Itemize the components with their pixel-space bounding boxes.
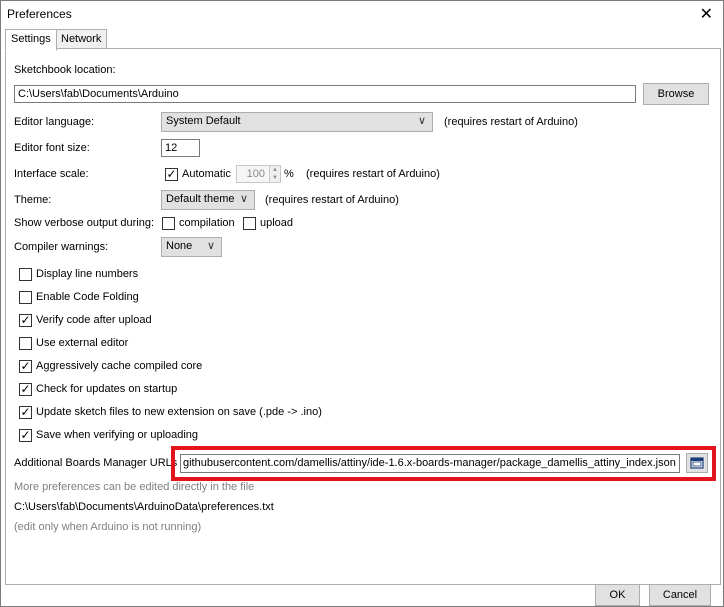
compiler-warnings-select[interactable]: None ∨ [161, 237, 222, 257]
scale-percent-input[interactable]: 100 [236, 165, 270, 183]
theme-note: (requires restart of Arduino) [265, 194, 399, 206]
automatic-scale-label: Automatic [182, 168, 231, 180]
sketchbook-path-input[interactable]: C:\Users\fab\Documents\Arduino [14, 85, 636, 103]
font-size-label: Editor font size: [14, 142, 90, 154]
scale-spinner[interactable]: ▲ ▼ [269, 165, 281, 183]
browse-button[interactable]: Browse [643, 83, 709, 105]
theme-value: Default theme [166, 193, 235, 205]
verify-after-upload-checkbox[interactable]: ✓ [19, 314, 32, 327]
checkmark-icon: ✓ [166, 167, 177, 181]
tab-settings[interactable]: Settings [5, 29, 57, 51]
theme-label: Theme: [14, 194, 52, 206]
use-external-editor-label: Use external editor [36, 337, 129, 349]
interface-scale-note: (requires restart of Arduino) [306, 168, 440, 180]
checkmark-icon: ✓ [20, 405, 31, 419]
update-sketch-extension-label: Update sketch files to new extension on … [36, 406, 322, 418]
compiler-warnings-value: None [166, 240, 193, 252]
editor-language-note: (requires restart of Arduino) [444, 116, 578, 128]
edit-urls-button[interactable] [686, 453, 708, 473]
enable-code-folding-checkbox[interactable] [19, 291, 32, 304]
chevron-down-icon: ∨ [417, 115, 426, 127]
window-icon [690, 457, 704, 469]
cache-compiled-core-checkbox[interactable]: ✓ [19, 360, 32, 373]
window-title: Preferences [7, 7, 72, 21]
display-line-numbers-checkbox[interactable] [19, 268, 32, 281]
boards-manager-urls-input[interactable]: githubusercontent.com/damellis/attiny/id… [180, 454, 680, 473]
theme-select[interactable]: Default theme ∨ [161, 190, 255, 210]
automatic-scale-checkbox[interactable]: ✓ [165, 168, 178, 181]
boards-manager-urls-label: Additional Boards Manager URLs [14, 457, 178, 469]
cancel-button[interactable]: Cancel [649, 584, 711, 606]
more-preferences-text: More preferences can be edited directly … [14, 481, 255, 493]
enable-code-folding-label: Enable Code Folding [36, 291, 139, 303]
checkmark-icon: ✓ [20, 382, 31, 396]
display-line-numbers-label: Display line numbers [36, 268, 139, 280]
sketchbook-label: Sketchbook location: [14, 64, 116, 76]
verbose-label: Show verbose output during: [14, 217, 155, 229]
compiler-warnings-label: Compiler warnings: [14, 241, 109, 253]
checkmark-icon: ✓ [20, 428, 31, 442]
cache-compiled-core-label: Aggressively cache compiled core [36, 360, 203, 372]
verbose-upload-checkbox[interactable] [243, 217, 256, 230]
tab-network[interactable]: Network [55, 29, 108, 50]
close-icon[interactable]: ✕ [700, 4, 713, 24]
verbose-compilation-checkbox[interactable] [162, 217, 175, 230]
checkmark-icon: ✓ [20, 313, 31, 327]
verbose-upload-label: upload [260, 217, 294, 229]
font-size-input[interactable]: 12 [161, 139, 200, 157]
save-when-verifying-label: Save when verifying or uploading [36, 429, 199, 441]
verbose-compilation-label: compilation [179, 217, 235, 229]
interface-scale-label: Interface scale: [14, 168, 89, 180]
preferences-window: Preferences ✕ Settings Network Sketchboo… [0, 0, 724, 607]
checkmark-icon: ✓ [20, 359, 31, 373]
scale-unit: % [284, 168, 294, 180]
preferences-file-path: C:\Users\fab\Documents\ArduinoData\prefe… [14, 501, 274, 513]
editor-language-select[interactable]: System Default ∨ [161, 112, 433, 132]
check-updates-checkbox[interactable]: ✓ [19, 383, 32, 396]
chevron-down-icon: ∨ [206, 240, 215, 252]
update-sketch-extension-checkbox[interactable]: ✓ [19, 406, 32, 419]
save-when-verifying-checkbox[interactable]: ✓ [19, 429, 32, 442]
edit-warning-text: (edit only when Arduino is not running) [14, 521, 202, 533]
editor-language-value: System Default [166, 115, 241, 127]
chevron-down-icon: ∨ [239, 193, 248, 205]
editor-language-label: Editor language: [14, 116, 95, 128]
ok-button[interactable]: OK [595, 584, 640, 606]
verify-after-upload-label: Verify code after upload [36, 314, 152, 326]
check-updates-label: Check for updates on startup [36, 383, 178, 395]
use-external-editor-checkbox[interactable] [19, 337, 32, 350]
title-bar: Preferences ✕ [1, 1, 723, 27]
